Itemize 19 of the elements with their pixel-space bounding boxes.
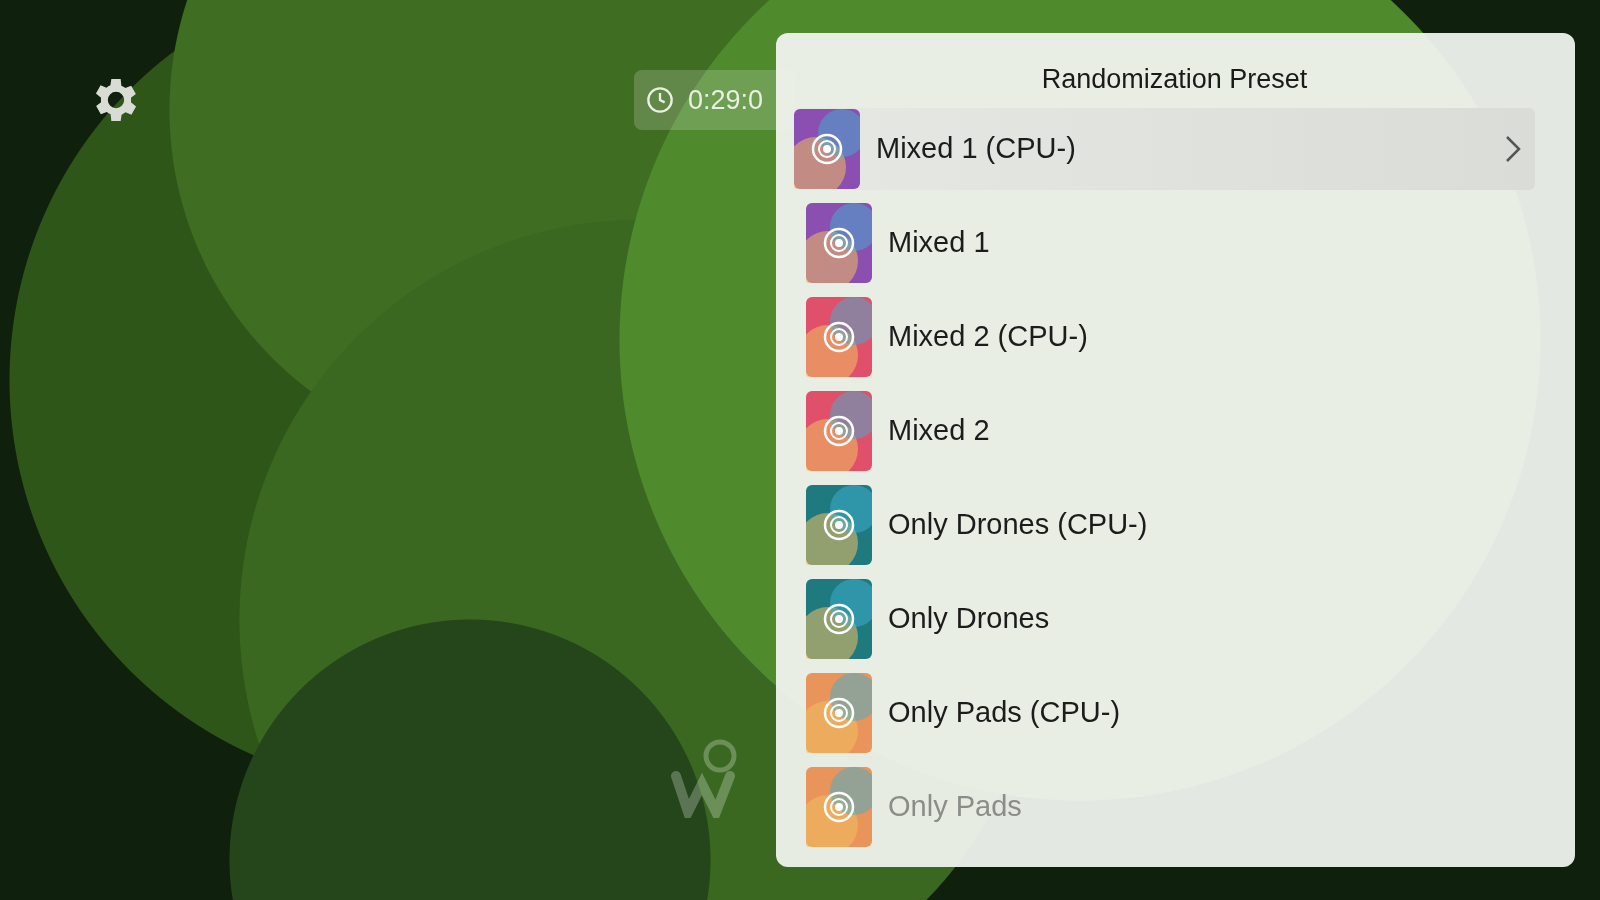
preset-item[interactable]: Mixed 2 (794, 383, 1555, 478)
chevron-right-icon (1505, 134, 1521, 163)
preset-label: Only Pads (CPU-) (888, 694, 1122, 730)
preset-item[interactable]: Only Drones (794, 571, 1555, 666)
preset-label: Only Drones (888, 600, 1051, 636)
menu-title: Randomization Preset (1040, 63, 1309, 96)
preset-label: Only Drones (CPU-) (888, 506, 1149, 542)
preset-item[interactable]: Mixed 1 (CPU-) (794, 107, 1535, 190)
preset-item[interactable]: Mixed 2 (CPU-) (794, 289, 1555, 384)
clock-icon (646, 86, 674, 114)
preset-label: Mixed 1 (CPU-) (876, 130, 1077, 166)
elapsed-time: 0:29:0 (688, 83, 764, 117)
preset-label: Only Pads (888, 788, 1023, 824)
preset-label: Mixed 2 (888, 412, 991, 448)
preset-label: Mixed 2 (CPU-) (888, 318, 1089, 354)
preset-item[interactable]: Mixed 1 (794, 195, 1555, 290)
preset-item[interactable]: Only Drones (CPU-) (794, 477, 1555, 572)
preset-label: Mixed 1 (888, 224, 991, 260)
preset-item[interactable]: Only Pads (CPU-) (794, 665, 1555, 760)
